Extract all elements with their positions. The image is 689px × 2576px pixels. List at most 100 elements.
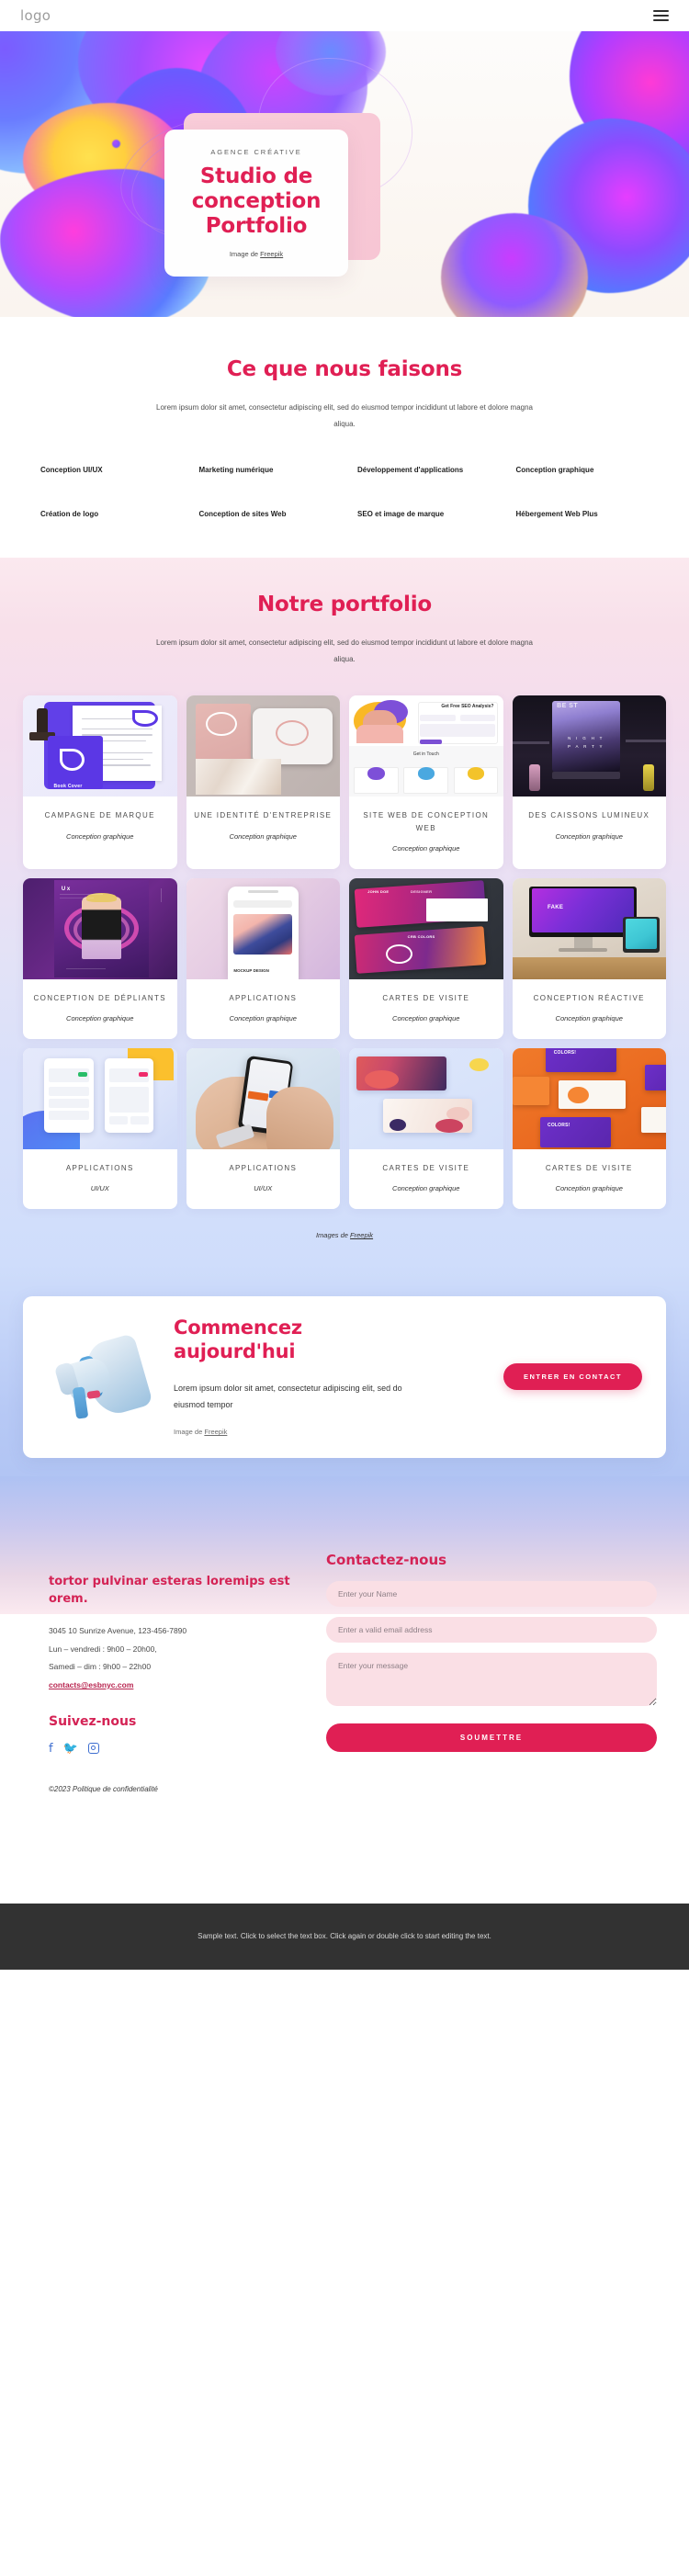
footer-address: 3045 10 Sunrize Avenue, 123-456-7890 xyxy=(49,1626,187,1636)
portfolio-title: Notre portfolio xyxy=(257,592,432,616)
hamburger-menu-icon[interactable] xyxy=(653,10,669,21)
portfolio-card[interactable]: Get Free SEO Analysis? Get in Touch SITE… xyxy=(349,695,503,869)
footer-follow-title: Suivez-nous xyxy=(49,1714,137,1730)
portfolio-credit-link[interactable]: Freepik xyxy=(350,1231,373,1239)
cta-title-line-2: aujourd'hui xyxy=(174,1339,296,1362)
service-item[interactable]: Développement d'applications xyxy=(344,465,503,476)
portfolio-item-name: CARTES DE VISITE xyxy=(382,993,470,1002)
thumb-light-night: N I G H T xyxy=(568,736,604,741)
footer-hours-weekday: Lun – vendredi : 9h00 – 20h00, xyxy=(49,1644,157,1654)
service-label: Marketing numérique xyxy=(198,465,274,474)
portfolio-card[interactable]: MOCKUP DESIGN APPLICATIONS Conception gr… xyxy=(186,877,340,1039)
cta-card: Commencez aujourd'hui Lorem ipsum dolor … xyxy=(23,1296,666,1459)
service-item[interactable]: Marketing numérique xyxy=(186,465,345,476)
portfolio-thumbnail xyxy=(349,1047,503,1149)
thumb-brand-book-label: Book Cover xyxy=(53,783,83,789)
portfolio-card[interactable]: Book Cover CAMPAGNE DE MARQUE Conception… xyxy=(23,695,177,869)
portfolio-item-category: Conception graphique xyxy=(66,1013,134,1022)
hero-card: AGENCE CRÉATIVE Studio de conception Por… xyxy=(164,130,348,277)
portfolio-item-category: Conception graphique xyxy=(229,831,297,841)
portfolio-card[interactable]: FAKE CONCEPTION RÉACTIVE Conception grap… xyxy=(512,877,666,1039)
thumb-seo-touch: Get in Touch xyxy=(412,751,439,757)
portfolio-card[interactable]: UNE IDENTITÉ D'ENTREPRISE Conception gra… xyxy=(186,695,340,869)
footer-headline: tortor pulvinar esteras loremips est ore… xyxy=(49,1575,290,1606)
portfolio-item-category: Conception graphique xyxy=(66,831,134,841)
hero-image-credit: Image de Freepik xyxy=(230,250,283,258)
service-item[interactable]: Conception graphique xyxy=(503,465,662,476)
portfolio-grid: Book Cover CAMPAGNE DE MARQUE Conception… xyxy=(23,695,666,1210)
footer-spacer xyxy=(0,1793,689,1904)
portfolio-thumbnail xyxy=(23,1047,177,1149)
portfolio-item-category: Conception graphique xyxy=(392,1013,460,1022)
hero-section: AGENCE CRÉATIVE Studio de conception Por… xyxy=(0,31,689,317)
service-label: Conception de sites Web xyxy=(198,510,287,519)
portfolio-thumbnail: Book Cover xyxy=(23,695,177,797)
portfolio-item-category: UI/UX xyxy=(254,1184,273,1193)
portfolio-item-category: Conception graphique xyxy=(555,1013,623,1022)
contact-button[interactable]: ENTRER EN CONTACT xyxy=(503,1362,642,1390)
thumb-bcard-role: DESIGNER xyxy=(411,888,433,894)
cta-credit-link[interactable]: Freepik xyxy=(204,1428,227,1436)
thumb-colors-title: COLORS! xyxy=(548,1123,570,1129)
portfolio-card[interactable]: BE ST N I G H T P A R T Y DES CAISSONS L… xyxy=(512,695,666,869)
hero-title-line-2: conception xyxy=(191,188,322,213)
footer-contact-info: tortor pulvinar esteras loremips est ore… xyxy=(23,1548,326,1793)
message-input[interactable] xyxy=(326,1653,657,1707)
portfolio-item-name: APPLICATIONS xyxy=(229,1163,298,1172)
thumb-folder-ux: U x xyxy=(61,886,71,892)
instagram-icon[interactable] xyxy=(87,1742,99,1754)
services-grid: Conception UI/UX Marketing numérique Dév… xyxy=(28,465,661,521)
portfolio-card[interactable]: U x CONCEPTION DE DÉPLIANTS Conception g… xyxy=(23,877,177,1039)
portfolio-item-name: CAMPAGNE DE MARQUE xyxy=(44,811,155,820)
cta-credit-prefix: Image de xyxy=(174,1428,205,1437)
portfolio-thumbnail xyxy=(186,1047,340,1149)
thumb-light-logo: BE ST xyxy=(557,703,579,710)
bottom-bar-text: Sample text. Click to select the text bo… xyxy=(198,1932,491,1941)
portfolio-thumbnail: COLORS! COLORS! xyxy=(512,1047,666,1149)
cta-title: Commencez aujourd'hui xyxy=(174,1316,492,1363)
name-input[interactable] xyxy=(326,1581,657,1608)
hero-credit-prefix: Image de xyxy=(229,250,261,259)
service-label: SEO et image de marque xyxy=(357,510,445,519)
portfolio-item-category: Conception graphique xyxy=(392,843,460,853)
logo[interactable]: logo xyxy=(20,7,51,24)
service-item[interactable]: SEO et image de marque xyxy=(344,509,503,520)
twitter-icon[interactable]: 🐦 xyxy=(63,1742,78,1754)
hero-credit-link[interactable]: Freepik xyxy=(260,250,283,258)
footer-email-link[interactable]: contacts@esbnyc.com xyxy=(49,1677,133,1695)
service-label: Développement d'applications xyxy=(357,465,464,474)
portfolio-card[interactable]: APPLICATIONS UI/UX xyxy=(186,1047,340,1210)
portfolio-item-name: SITE WEB DE CONCEPTION WEB xyxy=(363,811,490,832)
service-item[interactable]: Conception de sites Web xyxy=(186,509,345,520)
thumb-bcard-colors: CRB COLORS xyxy=(407,934,435,940)
cta-description: Lorem ipsum dolor sit amet, consectetur … xyxy=(174,1384,402,1410)
portfolio-item-category: Conception graphique xyxy=(229,1013,297,1022)
services-subtitle: Lorem ipsum dolor sit amet, consectetur … xyxy=(156,403,533,429)
facebook-icon[interactable]: 𝖿 xyxy=(49,1742,53,1754)
megaphone-icon xyxy=(47,1328,164,1425)
portfolio-thumbnail: JOHN DOE DESIGNER CRB COLORS xyxy=(349,877,503,979)
service-label: Création de logo xyxy=(40,510,99,519)
portfolio-item-category: Conception graphique xyxy=(392,1184,460,1193)
hero-title-line-1: Studio de xyxy=(199,164,313,188)
service-item[interactable]: Conception UI/UX xyxy=(28,465,186,476)
services-section: Ce que nous faisons Lorem ipsum dolor si… xyxy=(0,317,689,558)
email-input[interactable] xyxy=(326,1617,657,1644)
portfolio-card[interactable]: JOHN DOE DESIGNER CRB COLORS CARTES DE V… xyxy=(349,877,503,1039)
portfolio-credit-prefix: Images de xyxy=(315,1231,351,1240)
portfolio-item-name: APPLICATIONS xyxy=(229,993,298,1002)
thumb-seo-title: Get Free SEO Analysis? xyxy=(441,704,494,710)
submit-button[interactable]: SOUMETTRE xyxy=(326,1723,657,1753)
service-item[interactable]: Création de logo xyxy=(28,509,186,520)
thumb-colors-title: COLORS! xyxy=(553,1050,577,1056)
footer-copyright: ©2023 Politique de confidentialité xyxy=(49,1785,158,1794)
hero-title-line-3: Portfolio xyxy=(205,214,308,239)
portfolio-card[interactable]: APPLICATIONS UI/UX xyxy=(23,1047,177,1210)
service-item[interactable]: Hébergement Web Plus xyxy=(503,509,662,520)
service-label: Hébergement Web Plus xyxy=(515,510,598,519)
portfolio-thumbnail: U x xyxy=(23,877,177,979)
portfolio-card[interactable]: CARTES DE VISITE Conception graphique xyxy=(349,1047,503,1210)
portfolio-card[interactable]: COLORS! COLORS! CARTES DE VISITE Concept… xyxy=(512,1047,666,1210)
hero-eyebrow: AGENCE CRÉATIVE xyxy=(210,147,302,156)
thumb-resp-fake: FAKE xyxy=(548,905,564,911)
